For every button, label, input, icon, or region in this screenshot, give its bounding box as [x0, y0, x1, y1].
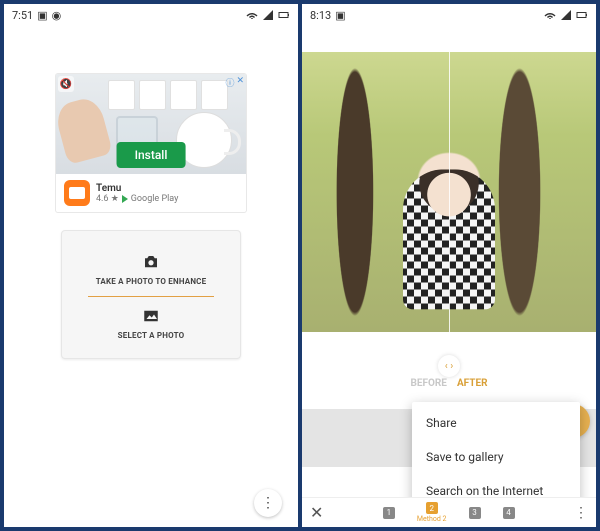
before-label: BEFORE	[411, 378, 447, 389]
step-4[interactable]: 4	[503, 507, 515, 519]
wifi-icon	[246, 9, 258, 21]
status-time: 8:13	[310, 9, 331, 22]
select-photo-button[interactable]: SELECT A PHOTO	[72, 299, 230, 348]
ad-card[interactable]: 🔇 ⓘ ✕ Install Temu 4.6 ★ Google Play	[56, 74, 246, 212]
phone-right: 8:13 ▣ ‹ › BEFORE AFTER Share Save to ga…	[302, 4, 596, 527]
image-icon	[141, 307, 161, 325]
wifi-icon	[544, 9, 556, 21]
step-2-label: Method 2	[417, 515, 447, 523]
status-bar: 7:51 ▣ ◉	[4, 4, 298, 26]
location-icon: ◉	[52, 9, 62, 22]
take-photo-button[interactable]: TAKE A PHOTO TO ENHANCE	[72, 245, 230, 294]
divider	[88, 296, 214, 297]
phone-left: 7:51 ▣ ◉ 🔇 ⓘ ✕ Install	[4, 4, 298, 527]
slider-handle[interactable]: ‹ ›	[438, 355, 460, 377]
flag-icon: ▣	[37, 9, 47, 22]
menu-save[interactable]: Save to gallery	[412, 440, 580, 474]
after-label: AFTER	[457, 378, 488, 389]
step-2[interactable]: 2Method 2	[417, 502, 447, 523]
more-fab[interactable]: ⋮	[254, 489, 282, 517]
signal-icon	[560, 9, 572, 21]
status-bar: 8:13 ▣	[302, 4, 596, 26]
battery-icon	[576, 9, 588, 21]
mute-icon[interactable]: 🔇	[58, 76, 74, 92]
google-play-icon	[122, 195, 128, 203]
ad-rating: 4.6 ★	[96, 194, 119, 204]
bottom-bar: ✕ 1 2Method 2 3 4 ⋮	[302, 497, 596, 527]
step-1[interactable]: 1	[383, 507, 395, 519]
context-menu: Share Save to gallery Search on the Inte…	[412, 402, 580, 497]
temu-app-icon	[64, 180, 90, 206]
close-icon[interactable]: ✕	[310, 503, 323, 522]
battery-icon	[278, 9, 290, 21]
take-photo-label: TAKE A PHOTO TO ENHANCE	[96, 277, 207, 286]
menu-share[interactable]: Share	[412, 406, 580, 440]
select-photo-label: SELECT A PHOTO	[118, 331, 185, 340]
step-3[interactable]: 3	[469, 507, 481, 519]
more-icon[interactable]: ⋮	[574, 505, 588, 521]
menu-search[interactable]: Search on the Internet	[412, 474, 580, 497]
ad-hero-image: 🔇 ⓘ ✕ Install	[56, 74, 246, 174]
ad-info-row: Temu 4.6 ★ Google Play	[56, 174, 246, 212]
flag-icon: ▣	[335, 9, 345, 22]
right-content: ‹ › BEFORE AFTER Share Save to gallery S…	[302, 26, 596, 527]
camera-icon	[141, 253, 161, 271]
before-after-labels: BEFORE AFTER	[411, 378, 488, 389]
photo-compare-area[interactable]: ‹ › BEFORE AFTER Share Save to gallery S…	[302, 26, 596, 497]
ad-store: Google Play	[131, 194, 179, 204]
status-time: 7:51	[12, 9, 33, 22]
ad-close-icon[interactable]: ✕	[236, 76, 244, 89]
signal-icon	[262, 9, 274, 21]
ad-app-name: Temu	[96, 183, 178, 194]
action-card: TAKE A PHOTO TO ENHANCE SELECT A PHOTO	[61, 230, 241, 359]
left-content: 🔇 ⓘ ✕ Install Temu 4.6 ★ Google Play	[4, 26, 298, 527]
install-button[interactable]: Install	[117, 142, 186, 168]
ad-info-icon[interactable]: ⓘ	[225, 76, 234, 89]
